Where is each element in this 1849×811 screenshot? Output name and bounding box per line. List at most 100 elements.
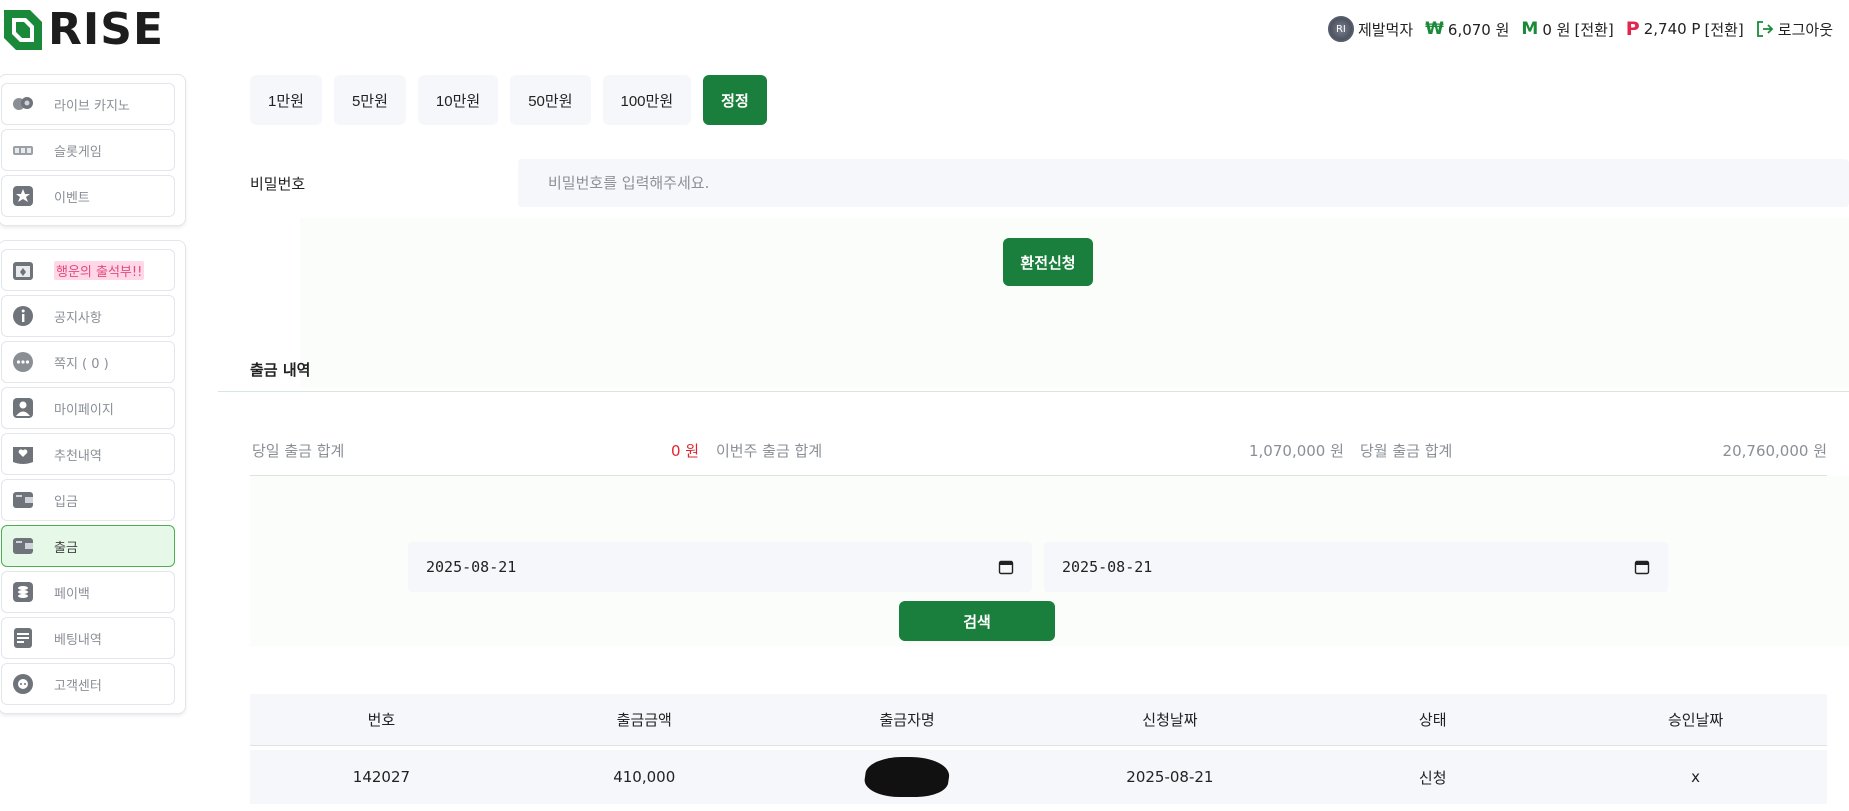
sidebar-item-label: 공지사항 — [54, 310, 102, 326]
sidebar-item-notice[interactable]: 공지사항 — [1, 295, 175, 337]
info-icon — [12, 305, 34, 327]
point-balance: P 2,740 P [전환] — [1626, 18, 1744, 40]
withdraw-history-table: 번호 출금금액 출금자명 신청날짜 상태 승인날짜 142027 410,000… — [250, 694, 1827, 804]
sidebar-item-payback[interactable]: 페이백 — [1, 571, 175, 613]
section-title: 출금 내역 — [250, 361, 311, 379]
withdraw-summary: 당일 출금 합계 0 원 이번주 출금 합계 1,070,000 원 당월 출금… — [252, 440, 1827, 466]
sidebar-item-attendance[interactable]: 행운의 출석부!! — [1, 249, 175, 291]
logout-button[interactable]: 로그아웃 — [1756, 19, 1833, 40]
table-header-cell: 출금금액 — [616, 711, 672, 729]
calendar-icon[interactable] — [1634, 559, 1650, 575]
amount-buttons: 1만원 5만원 10만원 50만원 100만원 정정 — [250, 75, 767, 125]
username: 제발먹자 — [1357, 20, 1414, 39]
sidebar-item-label: 쪽지 ( 0 ) — [54, 356, 109, 372]
message-icon — [12, 351, 34, 373]
search-button[interactable]: 검색 — [899, 601, 1055, 641]
sidebar-item-withdraw[interactable]: 출금 — [1, 525, 175, 567]
password-row: 비밀번호 — [250, 159, 1849, 207]
sidebar-item-referral[interactable]: 추천내역 — [1, 433, 175, 475]
amount-button-50k[interactable]: 5만원 — [333, 75, 406, 125]
top-header: RISE RI 제발먹자 ₩ 6,070 원 M 0 원 [전환] P 2,74… — [0, 0, 1849, 60]
weekly-total-label: 이번주 출금 합계 — [716, 442, 823, 460]
cell-name — [776, 750, 1039, 804]
sidebar-item-label: 입금 — [54, 494, 78, 510]
sidebar-item-label: 슬롯게임 — [54, 144, 102, 160]
won-icon: ₩ — [1425, 19, 1444, 39]
sidebar-item-bet-history[interactable]: 베팅내역 — [1, 617, 175, 659]
amount-button-1m[interactable]: 100만원 — [602, 75, 692, 125]
sidebar-item-slot[interactable]: 슬롯게임 — [1, 129, 175, 171]
sidebar-item-label: 이벤트 — [54, 190, 90, 206]
m-convert-link[interactable]: [전환] — [1574, 19, 1613, 40]
logout-icon — [1756, 21, 1774, 37]
table-header-cell: 번호 — [367, 711, 396, 729]
amount-button-10k[interactable]: 1만원 — [250, 75, 322, 125]
logo-text: RISE — [48, 4, 164, 55]
sidebar-item-label: 고객센터 — [54, 678, 102, 694]
user-icon — [12, 397, 34, 419]
monthly-total-label: 당월 출금 합계 — [1360, 442, 1453, 460]
withdraw-apply-button[interactable]: 환전신청 — [1003, 238, 1093, 286]
level-badge-icon: RI — [1327, 16, 1354, 42]
daily-total-label: 당일 출금 합계 — [252, 442, 345, 460]
casino-chips-icon — [12, 93, 34, 115]
star-badge-icon — [12, 185, 34, 207]
daily-total-value: 0 원 — [671, 442, 700, 460]
point-convert-link[interactable]: [전환] — [1704, 19, 1743, 40]
sidebar-item-messages[interactable]: 쪽지 ( 0 ) — [1, 341, 175, 383]
sidebar-item-label: 마이페이지 — [54, 402, 114, 418]
cell-approved: x — [1691, 768, 1700, 786]
m-balance: M 0 원 [전환] — [1521, 19, 1613, 40]
support-icon — [12, 673, 34, 695]
sidebar-item-live-casino[interactable]: 라이브 카지노 — [1, 83, 175, 125]
calendar-icon[interactable] — [998, 559, 1014, 575]
site-logo[interactable]: RISE — [4, 8, 164, 52]
password-input[interactable] — [518, 159, 1849, 207]
heart-inbox-icon — [12, 443, 34, 465]
amount-button-100k[interactable]: 10만원 — [417, 75, 499, 125]
monthly-total-value: 20,760,000 원 — [1722, 442, 1827, 460]
sidebar-item-label: 행운의 출석부!! — [54, 260, 145, 280]
sidebar-item-mypage[interactable]: 마이페이지 — [1, 387, 175, 429]
sidebar-item-support[interactable]: 고객센터 — [1, 663, 175, 705]
weekly-total-value: 1,070,000 원 — [1249, 442, 1344, 460]
coins-icon — [12, 581, 34, 603]
sidebar-item-label: 출금 — [54, 540, 78, 556]
clipboard-icon — [12, 627, 34, 649]
won-balance: ₩ 6,070 원 — [1425, 19, 1509, 40]
cell-amount: 410,000 — [613, 768, 676, 786]
cell-id: 142027 — [352, 768, 411, 786]
table-row[interactable]: 142027 410,000 2025-08-21 신청 x — [250, 750, 1827, 804]
sidebar-item-event[interactable]: 이벤트 — [1, 175, 175, 217]
main-content: 1만원 5만원 10만원 50만원 100만원 정정 비밀번호 환전신청 출금 … — [218, 60, 1849, 811]
sidebar-item-label: 페이백 — [54, 586, 90, 602]
sidebar-game-group: 라이브 카지노 슬롯게임 이벤트 — [0, 74, 186, 226]
start-date-input[interactable]: 2025-08-21 — [408, 542, 1032, 592]
wallet-in-icon — [12, 489, 34, 511]
m-balance-value: 0 원 — [1542, 20, 1571, 39]
table-header-cell: 상태 — [1418, 711, 1447, 729]
slot-machine-icon — [12, 139, 34, 161]
user-profile[interactable]: RI 제발먹자 — [1327, 16, 1414, 42]
password-label: 비밀번호 — [250, 175, 306, 193]
wallet-out-icon — [12, 535, 34, 557]
sidebar-account-group: 행운의 출석부!! 공지사항 쪽지 ( 0 ) 마이페이지 추천내역 입금 출금… — [0, 240, 186, 714]
point-icon: P — [1625, 18, 1640, 40]
redacted-name — [862, 757, 952, 797]
table-header-cell: 신청날짜 — [1142, 711, 1198, 729]
attendance-calendar-icon — [12, 259, 34, 281]
end-date-value: 2025-08-21 — [1062, 558, 1153, 576]
sidebar-item-label: 라이브 카지노 — [54, 98, 130, 114]
logo-mark-icon — [4, 10, 42, 50]
cell-date: 2025-08-21 — [1126, 768, 1214, 786]
section-divider — [218, 391, 1849, 392]
table-header-cell: 출금자명 — [879, 711, 935, 729]
cell-status: 신청 — [1418, 768, 1447, 787]
table-header: 번호 출금금액 출금자명 신청날짜 상태 승인날짜 — [250, 694, 1827, 746]
amount-button-500k[interactable]: 50만원 — [510, 75, 591, 125]
end-date-input[interactable]: 2025-08-21 — [1044, 542, 1668, 592]
amount-reset-button[interactable]: 정정 — [703, 75, 767, 125]
sidebar: 라이브 카지노 슬롯게임 이벤트 행운의 출석부!! 공지사항 쪽지 (0)… — [0, 74, 188, 728]
sidebar-item-deposit[interactable]: 입금 — [1, 479, 175, 521]
point-balance-value: 2,740 P — [1643, 20, 1701, 38]
